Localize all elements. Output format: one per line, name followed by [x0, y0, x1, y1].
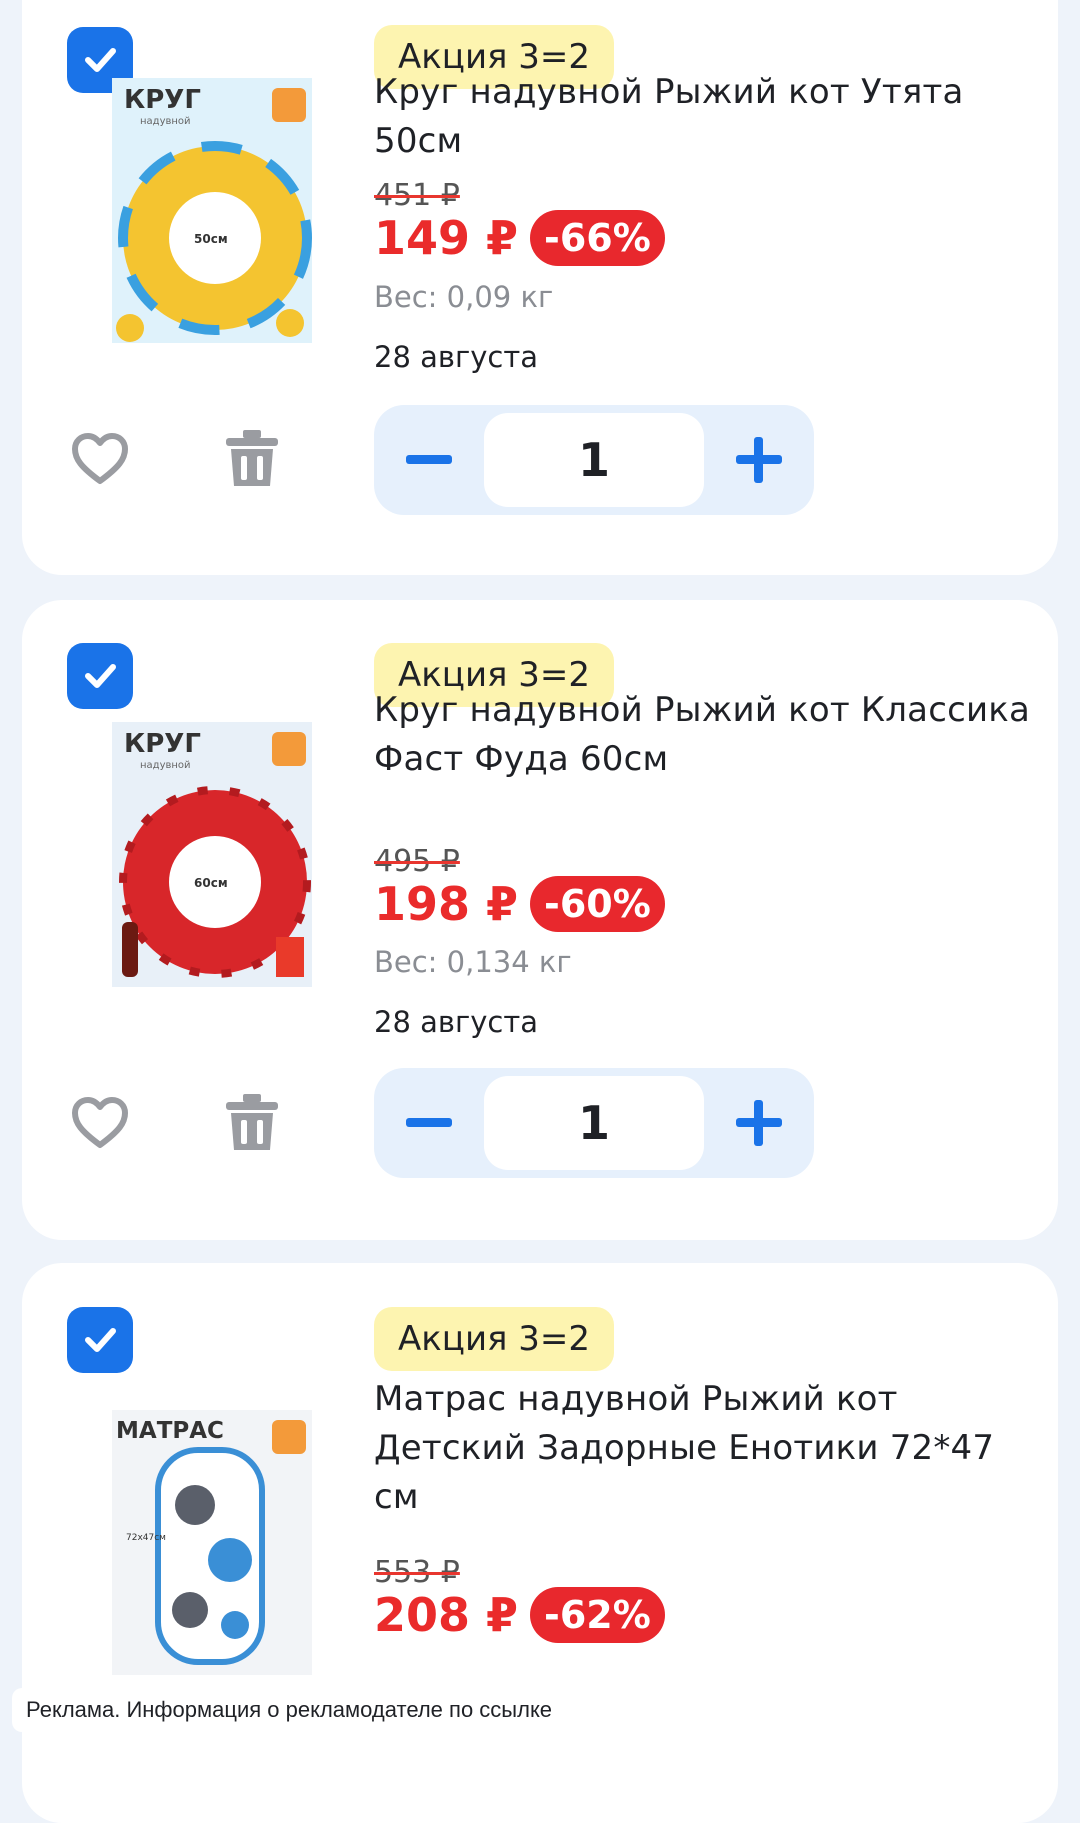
delete-button[interactable]	[219, 1090, 285, 1156]
favorite-button[interactable]	[67, 426, 133, 492]
delete-button[interactable]	[219, 426, 285, 492]
cart-item: КРУГ надувной 60см Акция 3=2 Круг надувн…	[22, 600, 1058, 1240]
cart-item: КРУГ надувной 50см Акция 3=2 Круг надувн…	[22, 0, 1058, 575]
image-brand-text: КРУГ	[124, 85, 201, 115]
decrease-button[interactable]	[374, 405, 484, 515]
current-price: 198 ₽	[374, 877, 519, 931]
quantity-value[interactable]: 1	[484, 413, 704, 507]
cart-item: МАТРАС 72x47см Акция 3=2 Матрас надувной…	[22, 1263, 1058, 1823]
product-weight: Вес: 0,09 кг	[374, 280, 554, 314]
decrease-button[interactable]	[374, 1068, 484, 1178]
increase-button[interactable]	[704, 1068, 814, 1178]
checkmark-icon	[85, 48, 116, 72]
svg-text:надувной: надувной	[140, 116, 191, 127]
minus-icon	[406, 1118, 452, 1127]
svg-text:50см: 50см	[194, 232, 228, 246]
select-checkbox[interactable]	[67, 643, 133, 709]
quantity-stepper: 1	[374, 405, 814, 515]
minus-icon	[406, 455, 452, 464]
svg-text:60см: 60см	[194, 876, 228, 890]
heart-icon	[72, 433, 128, 484]
favorite-button[interactable]	[67, 1090, 133, 1156]
product-weight: Вес: 0,134 кг	[374, 945, 572, 979]
current-price: 208 ₽	[374, 1588, 519, 1642]
product-image[interactable]: КРУГ надувной 60см	[100, 722, 325, 987]
product-title[interactable]: Матрас надувной Рыжий кот Детский Задорн…	[374, 1375, 1034, 1522]
price-row: 198 ₽ -60%	[374, 874, 665, 934]
plus-icon	[736, 1100, 782, 1146]
checkmark-icon	[85, 1328, 116, 1352]
price-row: 208 ₽ -62%	[374, 1585, 665, 1645]
checkmark-icon	[85, 664, 116, 688]
delivery-date: 28 августа	[374, 1005, 538, 1039]
product-title[interactable]: Круг надувной Рыжий кот Утята 50см	[374, 68, 1034, 166]
current-price: 149 ₽	[374, 211, 519, 265]
discount-badge: -66%	[530, 210, 665, 266]
discount-badge: -62%	[530, 1587, 665, 1643]
delivery-date: 28 августа	[374, 340, 538, 374]
svg-text:надувной: надувной	[140, 760, 191, 771]
discount-badge: -60%	[530, 876, 665, 932]
svg-text:МАТРАС: МАТРАС	[116, 1418, 224, 1444]
svg-text:КРУГ: КРУГ	[124, 729, 201, 759]
heart-icon	[72, 1097, 128, 1148]
ad-notice[interactable]: Реклама. Информация о рекламодателе по с…	[12, 1688, 567, 1732]
svg-text:72x47см: 72x47см	[126, 1533, 166, 1543]
promo-badge[interactable]: Акция 3=2	[374, 1307, 615, 1371]
quantity-value[interactable]: 1	[484, 1076, 704, 1170]
product-title[interactable]: Круг надувной Рыжий кот Классика Фаст Фу…	[374, 686, 1034, 784]
product-image[interactable]: МАТРАС 72x47см	[100, 1410, 325, 1675]
product-image[interactable]: КРУГ надувной 50см	[100, 78, 325, 343]
trash-icon	[226, 430, 278, 486]
trash-icon	[226, 1094, 278, 1150]
quantity-stepper: 1	[374, 1068, 814, 1178]
price-row: 149 ₽ -66%	[374, 208, 665, 268]
plus-icon	[736, 437, 782, 483]
increase-button[interactable]	[704, 405, 814, 515]
select-checkbox[interactable]	[67, 1307, 133, 1373]
